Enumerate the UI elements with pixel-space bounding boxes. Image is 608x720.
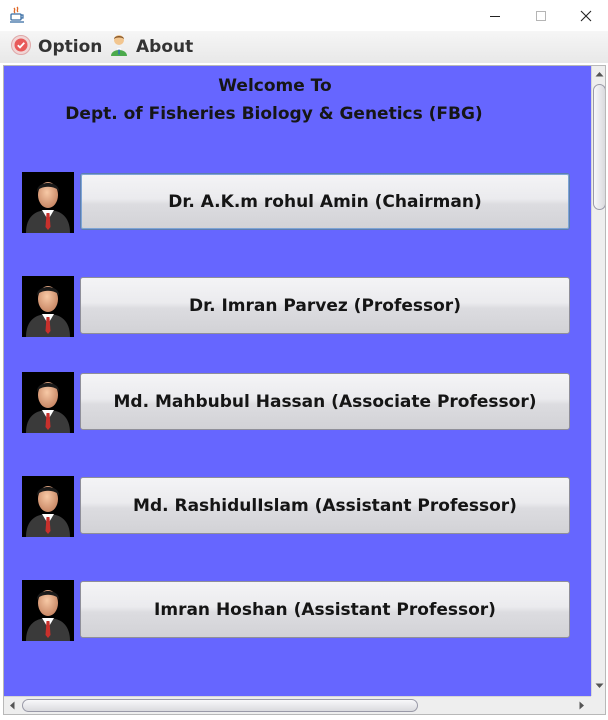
- menu-bar: Option About: [0, 31, 608, 63]
- menu-about[interactable]: About: [108, 34, 193, 60]
- scroll-up-arrow-icon[interactable]: [592, 66, 605, 82]
- faculty-button-label: Md. RashidulIslam (Assistant Professor): [133, 495, 517, 516]
- faculty-button-label: Dr. A.K.m rohul Amin (Chairman): [168, 191, 482, 212]
- faculty-button-assistant-professor-1[interactable]: Md. RashidulIslam (Assistant Professor): [80, 477, 570, 534]
- welcome-heading: Welcome To Dept. of Fisheries Biology & …: [4, 72, 544, 128]
- businessman-avatar-icon: [22, 172, 74, 233]
- maximize-button[interactable]: [518, 0, 564, 31]
- window-titlebar: [0, 0, 608, 31]
- horizontal-scroll-thumb[interactable]: [22, 699, 418, 712]
- vertical-scroll-thumb[interactable]: [593, 84, 605, 210]
- businessman-avatar-icon: [22, 276, 74, 337]
- scroll-right-arrow-icon[interactable]: [574, 697, 590, 714]
- department-title: Dept. of Fisheries Biology & Genetics (F…: [65, 104, 483, 124]
- content-scroll-pane: Welcome To Dept. of Fisheries Biology & …: [3, 65, 606, 715]
- faculty-button-chairman[interactable]: Dr. A.K.m rohul Amin (Chairman): [80, 173, 570, 230]
- faculty-button-assistant-professor-2[interactable]: Imran Hoshan (Assistant Professor): [80, 581, 570, 638]
- scrollbar-corner: [591, 696, 605, 714]
- businessman-avatar-icon: [22, 476, 74, 537]
- menu-about-label: About: [136, 37, 194, 57]
- menu-option-label: Option: [38, 37, 103, 57]
- maximize-icon: [536, 10, 546, 21]
- faculty-button-professor[interactable]: Dr. Imran Parvez (Professor): [80, 277, 570, 334]
- scroll-left-arrow-icon[interactable]: [4, 697, 20, 714]
- minimize-icon: [490, 15, 500, 17]
- businessman-avatar-icon: [22, 580, 74, 641]
- close-button[interactable]: [563, 0, 608, 31]
- faculty-button-associate-professor[interactable]: Md. Mahbubul Hassan (Associate Professor…: [80, 373, 570, 430]
- close-icon: [580, 10, 592, 21]
- option-icon: [10, 34, 32, 60]
- scroll-down-arrow-icon[interactable]: [592, 678, 605, 694]
- businessman-avatar-icon: [22, 372, 74, 433]
- faculty-button-label: Md. Mahbubul Hassan (Associate Professor…: [113, 391, 537, 412]
- menu-option[interactable]: Option: [10, 34, 102, 60]
- horizontal-scrollbar[interactable]: [4, 696, 591, 714]
- java-app-icon: [9, 6, 25, 24]
- minimize-button[interactable]: [472, 0, 518, 31]
- vertical-scrollbar[interactable]: [591, 66, 605, 696]
- faculty-button-label: Dr. Imran Parvez (Professor): [189, 295, 461, 316]
- welcome-line-1: Welcome To: [218, 76, 332, 96]
- content-panel: Welcome To Dept. of Fisheries Biology & …: [4, 66, 592, 696]
- person-icon: [108, 33, 130, 61]
- faculty-button-label: Imran Hoshan (Assistant Professor): [154, 599, 496, 620]
